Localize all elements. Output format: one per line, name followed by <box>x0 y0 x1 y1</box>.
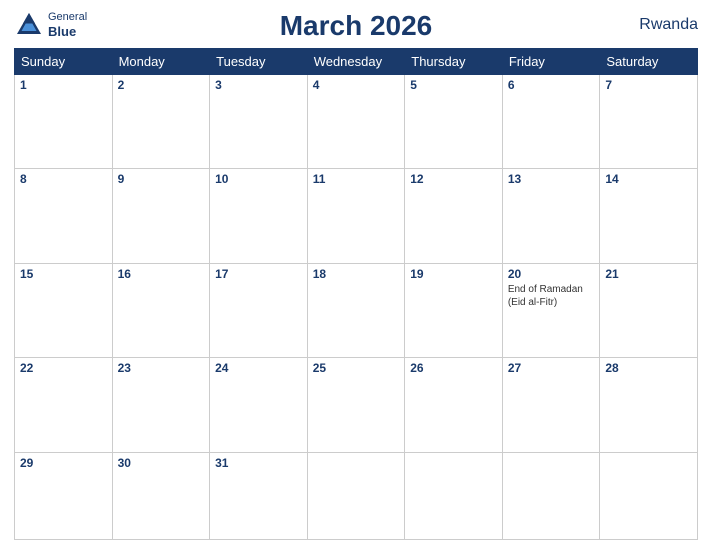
event-label: End of Ramadan (Eid al-Fitr) <box>508 283 595 309</box>
calendar-week-row: 15 16 17 18 19 20 End of Ramadan (Eid al-Fitr)… <box>15 263 698 357</box>
header-thursday: Thursday <box>405 49 503 75</box>
day-number: 19 <box>410 267 497 281</box>
logo-line1: General <box>48 11 87 24</box>
calendar-cell: 8 <box>15 169 113 263</box>
calendar-cell: 19 <box>405 263 503 357</box>
calendar-cell: 9 <box>112 169 210 263</box>
calendar-cell: 14 <box>600 169 698 263</box>
calendar-cell: 22 <box>15 358 113 452</box>
calendar-cell: 6 <box>502 75 600 169</box>
day-number: 10 <box>215 172 302 186</box>
day-number: 9 <box>118 172 205 186</box>
day-number: 15 <box>20 267 107 281</box>
calendar-week-row: 89 10 11 12 13 14 <box>15 169 698 263</box>
day-number: 3 <box>215 78 302 92</box>
calendar-cell: 31 <box>210 452 308 539</box>
calendar-cell: 15 <box>15 263 113 357</box>
calendar-cell: 5 <box>405 75 503 169</box>
calendar-cell: 27 <box>502 358 600 452</box>
calendar-week-row: 22 23 24 25 26 27 28 <box>15 358 698 452</box>
calendar-cell: 29 <box>15 452 113 539</box>
day-number: 24 <box>215 361 302 375</box>
calendar-cell: 1 <box>15 75 113 169</box>
header-tuesday: Tuesday <box>210 49 308 75</box>
calendar-cell: 16 <box>112 263 210 357</box>
calendar-cell <box>405 452 503 539</box>
calendar-cell: 13 <box>502 169 600 263</box>
calendar-cell: 26 <box>405 358 503 452</box>
logo: General Blue <box>14 10 87 40</box>
calendar-cell: 30 <box>112 452 210 539</box>
calendar-cell: 10 <box>210 169 308 263</box>
calendar-header: General Blue March 2026 Rwanda <box>14 10 698 42</box>
calendar-week-row: 29 30 31 <box>15 452 698 539</box>
day-number: 21 <box>605 267 692 281</box>
day-number: 7 <box>605 78 692 92</box>
calendar-cell <box>502 452 600 539</box>
header-wednesday: Wednesday <box>307 49 405 75</box>
header-saturday: Saturday <box>600 49 698 75</box>
day-number: 18 <box>313 267 400 281</box>
logo-icon <box>14 10 44 40</box>
calendar-cell: 7 <box>600 75 698 169</box>
calendar-cell: 28 <box>600 358 698 452</box>
day-number: 28 <box>605 361 692 375</box>
logo-line2: Blue <box>48 24 87 40</box>
day-number: 14 <box>605 172 692 186</box>
weekday-header-row: Sunday Monday Tuesday Wednesday Thursday… <box>15 49 698 75</box>
day-number: 29 <box>20 456 107 470</box>
calendar-week-row: 1234567 <box>15 75 698 169</box>
calendar-cell: 21 <box>600 263 698 357</box>
day-number: 2 <box>118 78 205 92</box>
calendar-cell <box>600 452 698 539</box>
day-number: 11 <box>313 172 400 186</box>
calendar-cell: 3 <box>210 75 308 169</box>
day-number: 27 <box>508 361 595 375</box>
calendar-cell: 11 <box>307 169 405 263</box>
day-number: 25 <box>313 361 400 375</box>
header-friday: Friday <box>502 49 600 75</box>
day-number: 31 <box>215 456 302 470</box>
header-sunday: Sunday <box>15 49 113 75</box>
calendar-cell <box>307 452 405 539</box>
day-number: 16 <box>118 267 205 281</box>
calendar-cell: 17 <box>210 263 308 357</box>
calendar-cell: 12 <box>405 169 503 263</box>
day-number: 5 <box>410 78 497 92</box>
day-number: 22 <box>20 361 107 375</box>
day-number: 4 <box>313 78 400 92</box>
calendar-cell: 24 <box>210 358 308 452</box>
day-number: 30 <box>118 456 205 470</box>
calendar-container: General Blue March 2026 Rwanda Sunday Mo… <box>0 0 712 550</box>
day-number: 1 <box>20 78 107 92</box>
day-number: 23 <box>118 361 205 375</box>
header-monday: Monday <box>112 49 210 75</box>
calendar-cell: 23 <box>112 358 210 452</box>
calendar-title: March 2026 <box>280 10 433 42</box>
calendar-cell: 18 <box>307 263 405 357</box>
day-number: 12 <box>410 172 497 186</box>
country-label: Rwanda <box>639 16 698 34</box>
calendar-cell: 4 <box>307 75 405 169</box>
calendar-cell: 25 <box>307 358 405 452</box>
day-number: 8 <box>20 172 107 186</box>
calendar-cell: 20 End of Ramadan (Eid al-Fitr) <box>502 263 600 357</box>
day-number: 6 <box>508 78 595 92</box>
calendar-cell: 2 <box>112 75 210 169</box>
calendar-table: Sunday Monday Tuesday Wednesday Thursday… <box>14 48 698 540</box>
day-number: 17 <box>215 267 302 281</box>
day-number: 20 <box>508 267 595 281</box>
day-number: 26 <box>410 361 497 375</box>
day-number: 13 <box>508 172 595 186</box>
